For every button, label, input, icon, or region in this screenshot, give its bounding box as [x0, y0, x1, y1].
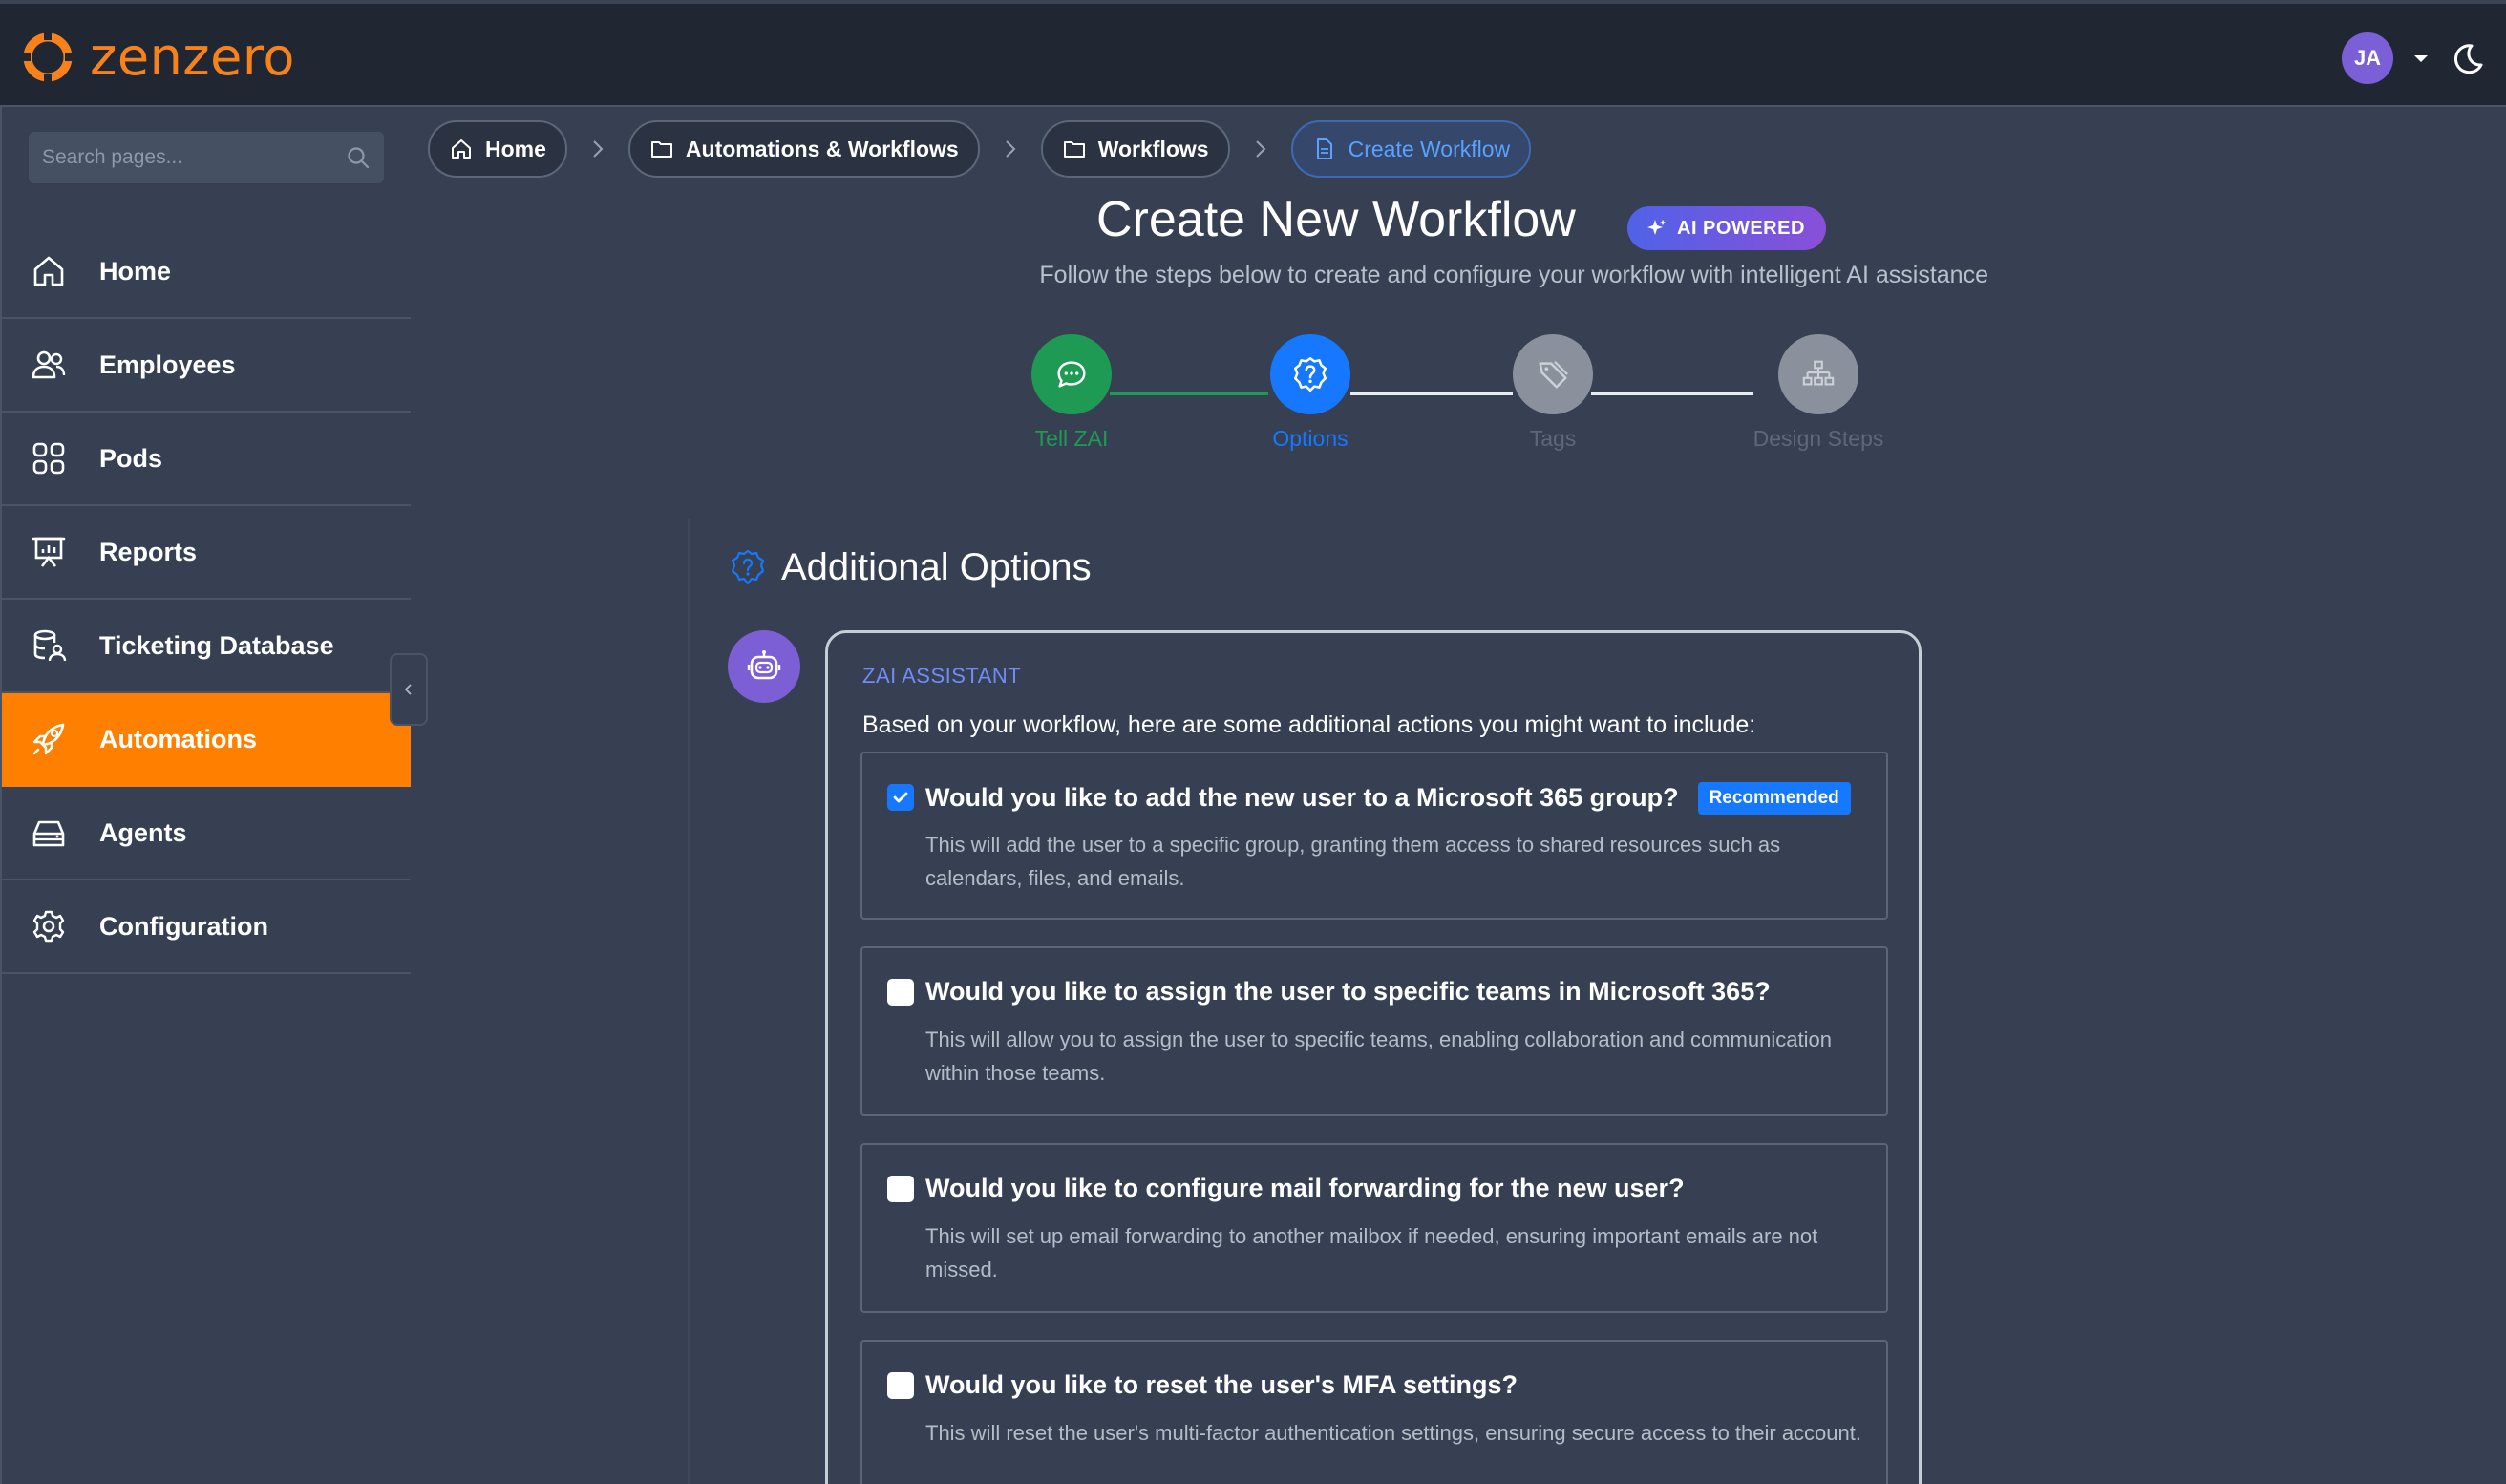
breadcrumb-create-workflow[interactable]: Create Workflow [1290, 120, 1532, 178]
chat-icon [1057, 361, 1086, 388]
zai-bot-avatar [728, 630, 800, 703]
step-connector [1350, 392, 1513, 395]
option-card[interactable]: Would you like to add the new user to a … [860, 752, 1888, 920]
server-icon [32, 820, 65, 847]
breadcrumb-home[interactable]: Home [428, 120, 567, 178]
recommended-badge: Recommended [1697, 782, 1851, 815]
step-tags[interactable] [1513, 334, 1593, 414]
step-connector-complete [1110, 392, 1268, 395]
option-checkbox[interactable] [887, 784, 914, 811]
gear-icon [32, 910, 65, 943]
sidebar-item-configuration[interactable]: Configuration [2, 880, 411, 974]
rocket-icon [32, 723, 65, 755]
sidebar-item-label: Employees [99, 350, 236, 379]
breadcrumb-label: Create Workflow [1348, 136, 1511, 161]
sparkle-icon [1647, 220, 1666, 235]
chevron-right-icon [593, 140, 604, 158]
option-description: This will add the user to a specific gro… [925, 833, 1781, 890]
top-header: zenzero JA [0, 0, 2506, 107]
question-icon [1293, 356, 1327, 392]
home-icon [452, 139, 471, 159]
sidebar-collapse-button[interactable] [390, 653, 428, 726]
page-subtitle: Follow the steps below to create and con… [1039, 262, 1988, 288]
document-icon [1316, 138, 1332, 159]
option-title: Would you like to add the new user to a … [925, 782, 1851, 815]
step-connector [1591, 392, 1753, 395]
page-subtitle-row: Follow the steps below to create and con… [0, 262, 2506, 289]
presentation-icon [32, 537, 66, 567]
chevron-right-icon [1006, 140, 1016, 158]
checkmark-icon [893, 792, 908, 803]
sidebar-item-label: Ticketing Database [99, 630, 334, 660]
option-card[interactable]: Would you like to assign the user to spe… [860, 946, 1888, 1116]
sidebar-item-employees[interactable]: Employees [2, 319, 411, 413]
option-title: Would you like to assign the user to spe… [925, 977, 1771, 1006]
search-icon[interactable] [346, 145, 371, 170]
breadcrumb-label: Home [485, 136, 546, 161]
step-options[interactable] [1270, 334, 1350, 414]
step-label-design-steps: Design Steps [1752, 426, 1884, 451]
option-checkbox[interactable] [887, 1372, 914, 1399]
step-label-tell-zai: Tell ZAI [1034, 426, 1109, 451]
assistant-label: ZAI ASSISTANT [862, 664, 1022, 688]
sidebar-item-label: Pods [99, 443, 163, 473]
sidebar-item-pods[interactable]: Pods [2, 413, 411, 506]
section-title: Additional Options [728, 546, 1092, 589]
brand-name: zenzero [90, 27, 295, 87]
breadcrumb-label: Workflows [1097, 136, 1209, 161]
chevron-right-icon [1255, 140, 1266, 158]
brand-logo[interactable]: zenzero [19, 27, 295, 88]
breadcrumb-workflows[interactable]: Workflows [1040, 120, 1230, 178]
option-card[interactable]: Would you like to reset the user's MFA s… [860, 1340, 1888, 1484]
user-avatar[interactable]: JA [2342, 32, 2393, 84]
sidebar-item-label: Configuration [99, 911, 268, 941]
users-icon [32, 350, 66, 379]
database-user-icon [33, 629, 67, 662]
robot-icon [747, 650, 781, 680]
grid-icon [32, 442, 65, 475]
logo-ring-icon [21, 31, 74, 84]
sidebar-item-agents[interactable]: Agents [2, 787, 411, 880]
sitemap-icon [1802, 360, 1835, 386]
breadcrumb-label: Automations & Workflows [685, 136, 959, 161]
sidebar: Home Employees Pods [0, 107, 411, 1484]
section-title-text: Additional Options [781, 546, 1092, 588]
page-title: Create New Workflow [1096, 192, 1576, 247]
sidebar-nav: Home Employees Pods Reports Ticketing Da… [2, 225, 411, 974]
option-description: This will set up email forwarding to ano… [925, 1224, 1818, 1282]
option-description: This will reset the user's multi-factor … [925, 1421, 1861, 1445]
breadcrumb: Home Automations & Workflows Workflows C… [428, 120, 1532, 178]
search-input[interactable] [42, 146, 329, 169]
sidebar-item-ticketing-database[interactable]: Ticketing Database [2, 600, 411, 693]
ai-badge-label: AI POWERED [1677, 217, 1805, 239]
option-description: This will allow you to assign the user t… [925, 1028, 1832, 1085]
folder-icon [650, 141, 672, 158]
sidebar-item-label: Reports [99, 537, 198, 566]
option-title-text: Would you like to add the new user to a … [925, 783, 1679, 812]
step-tell-zai[interactable] [1031, 334, 1112, 414]
option-checkbox[interactable] [887, 1176, 914, 1202]
search-box[interactable] [29, 132, 384, 183]
ai-powered-badge: AI POWERED [1627, 206, 1826, 250]
chevron-left-icon [404, 684, 412, 695]
option-checkbox[interactable] [887, 979, 914, 1006]
step-label-tags: Tags [1529, 426, 1577, 451]
option-title: Would you like to reset the user's MFA s… [925, 1370, 1518, 1399]
sidebar-item-reports[interactable]: Reports [2, 506, 411, 600]
assistant-intro: Based on your workflow, here are some ad… [862, 711, 1756, 738]
question-badge-icon [731, 549, 765, 584]
sidebar-item-automations[interactable]: Automations [2, 693, 411, 787]
step-design-steps[interactable] [1778, 334, 1858, 414]
breadcrumb-automations-workflows[interactable]: Automations & Workflows [627, 120, 980, 178]
zai-assistant-card: ZAI ASSISTANT Based on your workflow, he… [825, 630, 1922, 1484]
folder-icon [1063, 141, 1085, 158]
moon-icon[interactable] [2451, 42, 2485, 76]
sidebar-item-label: Automations [99, 724, 257, 753]
option-card[interactable]: Would you like to configure mail forward… [860, 1143, 1888, 1313]
sidebar-item-label: Agents [99, 817, 187, 847]
step-label-options: Options [1272, 426, 1349, 451]
caret-down-icon[interactable] [2409, 46, 2433, 71]
option-title: Would you like to configure mail forward… [925, 1174, 1685, 1202]
tag-icon [1539, 360, 1568, 389]
